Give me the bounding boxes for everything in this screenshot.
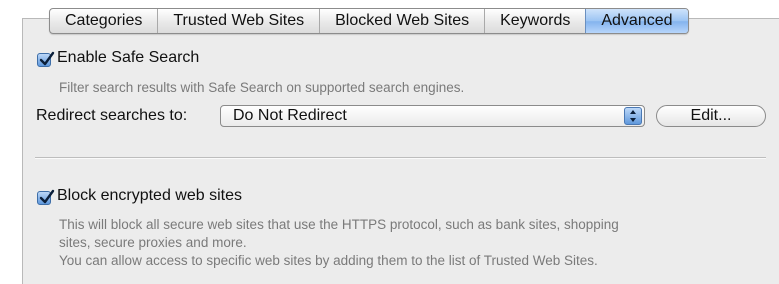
redirect-label: Redirect searches to: [36, 107, 188, 124]
redirect-select[interactable]: Do Not Redirect [220, 105, 645, 127]
block-encrypted-description-line-3: You can allow access to specific web sit… [59, 253, 598, 268]
tab-trusted-web-sites[interactable]: Trusted Web Sites [157, 9, 319, 33]
updown-arrows-icon [624, 107, 642, 125]
safe-search-label[interactable]: Enable Safe Search [57, 49, 199, 67]
tab-advanced[interactable]: Advanced [585, 9, 688, 33]
tab-keywords[interactable]: Keywords [484, 9, 585, 33]
tab-blocked-web-sites[interactable]: Blocked Web Sites [319, 9, 484, 33]
safe-search-checkbox[interactable] [37, 51, 55, 67]
block-encrypted-checkbox[interactable] [37, 189, 55, 205]
checkmark-icon [39, 51, 55, 66]
block-encrypted-description-line-1: This will block all secure web sites tha… [59, 217, 619, 232]
divider [35, 157, 766, 159]
tab-bar: Categories Trusted Web Sites Blocked Web… [49, 8, 689, 34]
edit-button[interactable]: Edit... [656, 105, 766, 127]
block-encrypted-description-line-2: sites, secure proxies and more. [59, 235, 247, 250]
checkmark-icon [39, 189, 55, 204]
tab-categories[interactable]: Categories [50, 9, 157, 33]
redirect-selected-value: Do Not Redirect [233, 107, 347, 124]
safe-search-description: Filter search results with Safe Search o… [59, 80, 465, 95]
block-encrypted-label[interactable]: Block encrypted web sites [57, 187, 242, 205]
